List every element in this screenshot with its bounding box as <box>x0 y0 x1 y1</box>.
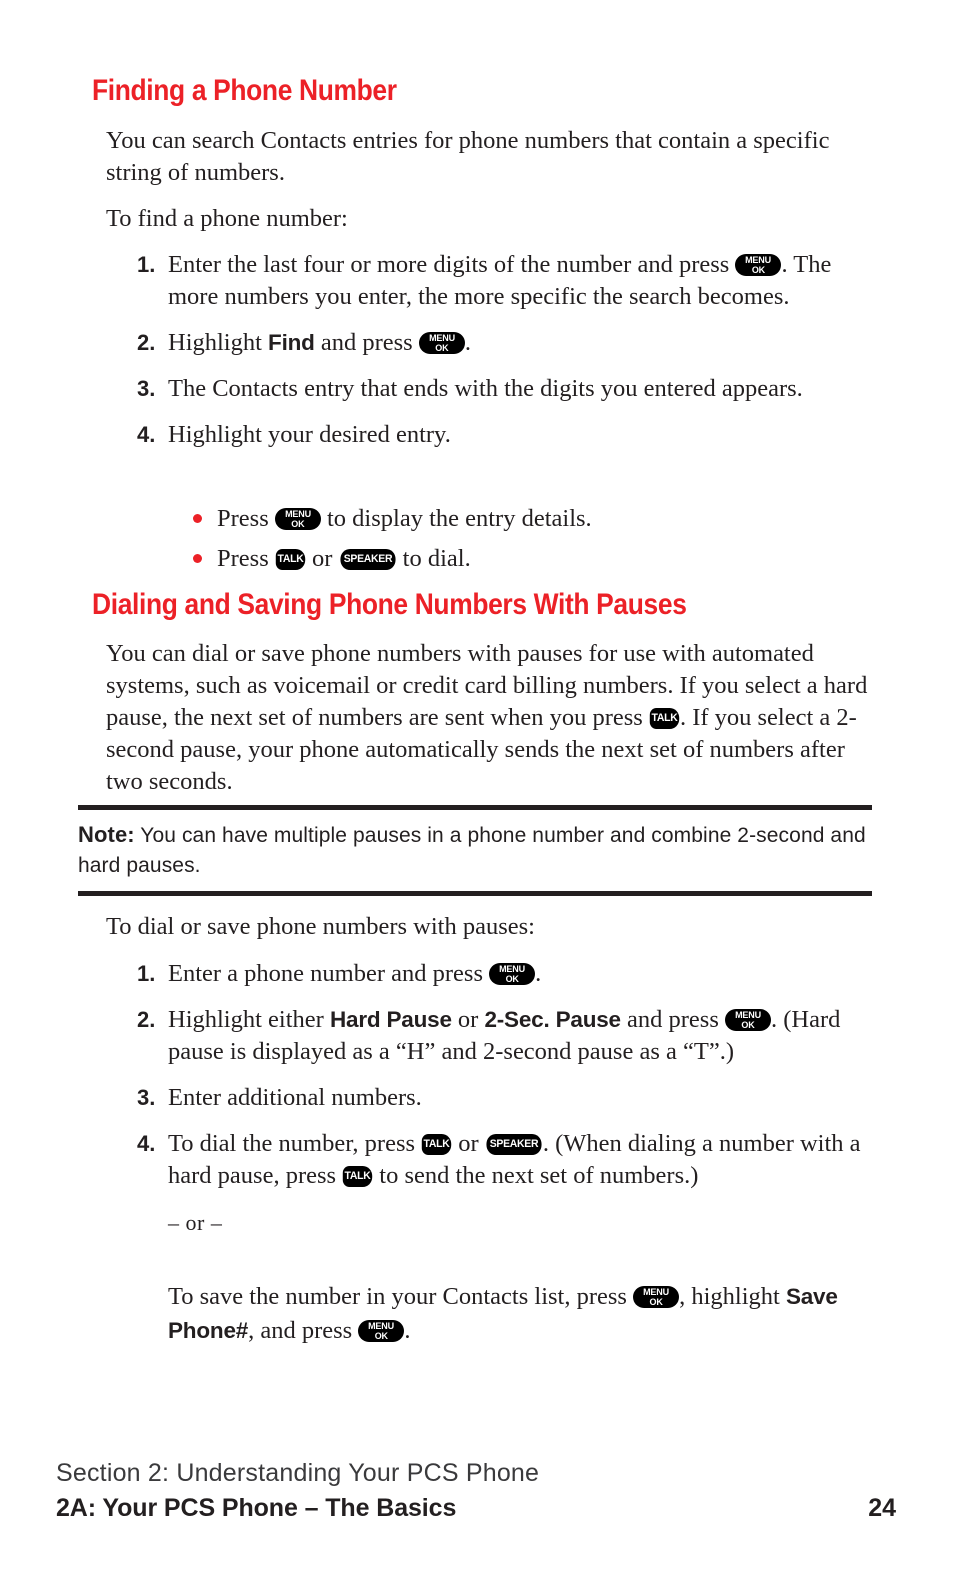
menu-ok-key-top-label: MENU <box>499 964 526 975</box>
menu-ok-key-top-label: MENU <box>643 1286 669 1298</box>
steps-list-finding: 1. Enter the last four or more digits of… <box>137 249 867 465</box>
note-bottom-rule <box>78 891 872 896</box>
list-item: 4. To dial the number, press TALK or SPE… <box>137 1128 867 1192</box>
list-item: 1. Enter the last four or more digits of… <box>137 249 867 313</box>
intro-paragraph-dialing: You can dial or save phone numbers with … <box>106 638 878 798</box>
step-number: 4. <box>137 422 156 447</box>
menu-ok-key-top-label: MENU <box>428 333 455 344</box>
step-text-part3: . <box>464 329 471 356</box>
list-item: 3. Enter additional numbers. <box>137 1082 867 1114</box>
step-number: 3. <box>137 1085 156 1110</box>
list-item: 3. The Contacts entry that ends with the… <box>137 373 867 405</box>
footer-section-title: Section 2: Understanding Your PCS Phone <box>56 1459 540 1487</box>
step-text-part1: The Contacts entry that ends with the di… <box>168 375 803 402</box>
list-item: 1. Enter a phone number and press MENU OK… <box>137 958 867 990</box>
step-number: 1. <box>137 252 156 277</box>
menu-ok-key-top-label: MENU <box>284 509 311 520</box>
menu-ok-key-icon: MENU OK <box>724 1009 771 1031</box>
menu-ok-key-bottom-label: OK <box>435 343 449 353</box>
step-text-part1: Enter a phone number and press <box>168 960 483 987</box>
step-text-part1: Enter the last four or more digits of th… <box>168 251 730 278</box>
step-text-part2: and press <box>320 329 413 356</box>
step-number: 1. <box>137 961 156 986</box>
note-callout: Note: You can have multiple pauses in a … <box>78 805 872 896</box>
note-label: Note: <box>78 822 135 847</box>
list-item: Press MENU OK to display the entry detail… <box>190 499 830 539</box>
talk-key-icon: TALK <box>342 1166 373 1187</box>
list-item: 2. Highlight Find and press MENU OK. <box>137 327 867 359</box>
footer-page-number: 24 <box>868 1494 896 1522</box>
menu-ok-key-icon: MENU OK <box>735 254 782 276</box>
talk-key-icon: TALK <box>275 549 306 570</box>
footer-chapter-title: 2A: Your PCS Phone – The Basics <box>56 1494 457 1522</box>
menu-ok-key-bottom-label: OK <box>751 265 765 275</box>
step-text-part2: and press <box>627 1006 719 1033</box>
menu-ok-key-bottom-label: OK <box>374 1330 388 1341</box>
bullet-text-conjunction: or <box>311 545 333 572</box>
ui-label-2-sec-pause: 2-Sec. Pause <box>484 1007 621 1032</box>
step-number: 2. <box>137 1007 156 1032</box>
menu-ok-key-bottom-label: OK <box>741 1020 755 1030</box>
step-text-part1: Enter additional numbers. <box>168 1084 422 1111</box>
lead-in-to-find-a-phone-number: To find a phone number: <box>106 205 348 232</box>
list-item: 2. Highlight either Hard Pause or 2-Sec.… <box>137 1004 867 1068</box>
paragraph-text-part4: . <box>404 1316 411 1344</box>
menu-ok-key-icon: MENU OK <box>274 508 321 530</box>
lead-in-to-dial-or-save: To dial or save phone numbers with pause… <box>106 913 535 940</box>
save-to-contacts-paragraph: To save the number in your Contacts list… <box>168 1280 868 1348</box>
menu-ok-key-bottom-label: OK <box>505 974 519 984</box>
bullet-text-part1: Press <box>217 505 269 532</box>
list-item: Press TALK or SPEAKER to dial. <box>190 539 830 579</box>
sub-bullet-list: Press MENU OK to display the entry detail… <box>190 499 830 579</box>
footer-bottom-row: 2A: Your PCS Phone – The Basics 24 <box>56 1494 896 1523</box>
paragraph-text-part3: , and press <box>248 1316 353 1344</box>
bullet-text-part2: to dial. <box>402 545 471 572</box>
step-text-part1: Highlight <box>168 329 262 356</box>
note-text: You can have multiple pauses in a phone … <box>78 824 866 877</box>
menu-ok-key-top-label: MENU <box>368 1320 395 1332</box>
step-text-part1: To dial the number, press <box>168 1130 416 1157</box>
speaker-key-icon: SPEAKER <box>339 549 396 570</box>
menu-ok-key-top-label: MENU <box>735 1010 761 1021</box>
menu-ok-key-icon: MENU OK <box>358 1319 405 1342</box>
menu-ok-key-icon: MENU OK <box>489 963 536 985</box>
step-text-conjunction: or <box>457 1006 479 1033</box>
talk-key-icon: TALK <box>421 1134 452 1155</box>
or-separator: – or – <box>168 1210 223 1235</box>
bullet-text-part1: Press <box>217 545 269 572</box>
ui-label-hard-pause: Hard Pause <box>329 1007 452 1032</box>
step-text-part1: Highlight either <box>168 1006 324 1033</box>
menu-ok-key-top-label: MENU <box>745 255 772 266</box>
bullet-text-part2: to display the entry details. <box>326 505 592 532</box>
list-item: 4. Highlight your desired entry. <box>137 419 867 451</box>
manual-page: Finding a Phone Number You can search Co… <box>0 0 954 1590</box>
step-number: 2. <box>137 330 156 355</box>
note-body: Note: You can have multiple pauses in a … <box>78 810 872 891</box>
menu-ok-key-icon: MENU OK <box>418 332 465 354</box>
step-number: 3. <box>137 376 156 401</box>
step-number: 4. <box>137 1131 156 1156</box>
step-text-part1: Highlight your desired entry. <box>168 421 451 448</box>
menu-ok-key-bottom-label: OK <box>291 519 305 529</box>
speaker-key-icon: SPEAKER <box>486 1134 542 1155</box>
steps-list-dialing: 1. Enter a phone number and press MENU OK… <box>137 958 867 1206</box>
page-footer: Section 2: Understanding Your PCS Phone … <box>56 1458 896 1523</box>
step-text-part3: to send the next set of numbers.) <box>379 1162 699 1189</box>
step-text-conjunction: or <box>458 1130 479 1157</box>
paragraph-text-part1: To save the number in your Contacts list… <box>168 1282 627 1310</box>
intro-paragraph-finding: You can search Contacts entries for phon… <box>106 127 830 186</box>
menu-ok-key-icon: MENU OK <box>633 1285 680 1308</box>
menu-ok-key-bottom-label: OK <box>649 1296 663 1307</box>
step-text-part2: . <box>535 960 542 987</box>
page-title-dialing-and-saving: Dialing and Saving Phone Numbers With Pa… <box>92 588 687 621</box>
talk-key-icon: TALK <box>649 708 680 729</box>
page-title-finding-a-phone-number: Finding a Phone Number <box>92 74 397 107</box>
paragraph-text-part2: , highlight <box>679 1282 780 1310</box>
ui-label-find: Find <box>268 330 315 355</box>
